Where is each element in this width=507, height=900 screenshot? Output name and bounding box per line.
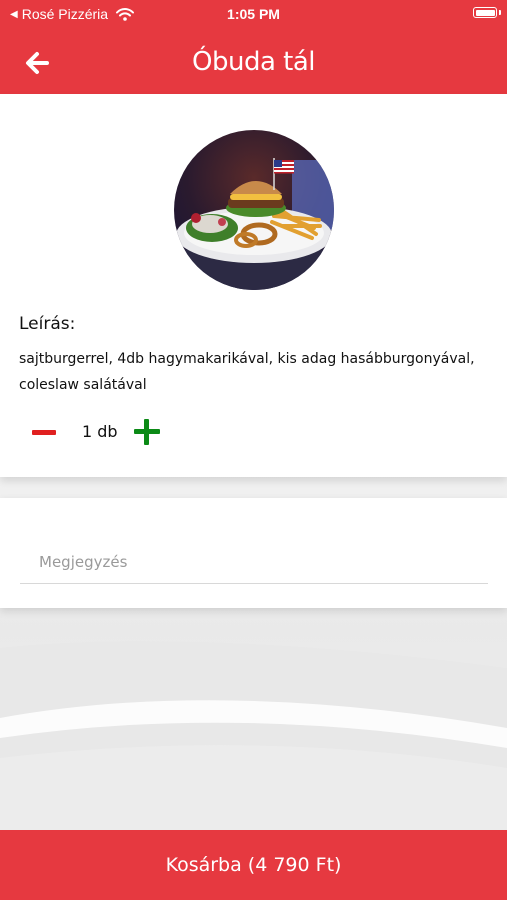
- add-to-cart-button[interactable]: Kosárba (4 790 Ft): [0, 830, 507, 900]
- product-card: Leírás: sajtburgerrel, 4db hagymakarikáv…: [0, 94, 507, 477]
- status-time: 1:05 PM: [227, 6, 280, 22]
- plus-icon[interactable]: [134, 419, 160, 445]
- quantity-stepper: 1 db: [30, 417, 170, 447]
- page-title: Óbuda tál: [192, 47, 316, 77]
- minus-icon[interactable]: [32, 430, 56, 435]
- note-card: [0, 498, 507, 608]
- quantity-value: 1 db: [82, 422, 118, 441]
- nav-bar: Óbuda tál: [0, 28, 507, 94]
- product-image: [174, 130, 334, 290]
- battery-tip: [499, 10, 501, 15]
- status-bar: ◀ Rosé Pizzéria 1:05 PM: [0, 0, 507, 28]
- background-swoosh: [0, 641, 507, 830]
- burger-plate-photo: [174, 130, 334, 290]
- description-text: sajtburgerrel, 4db hagymakarikával, kis …: [19, 351, 475, 393]
- note-input[interactable]: [20, 540, 488, 584]
- battery-icon: [473, 7, 497, 18]
- description-label: Leírás:: [19, 314, 76, 334]
